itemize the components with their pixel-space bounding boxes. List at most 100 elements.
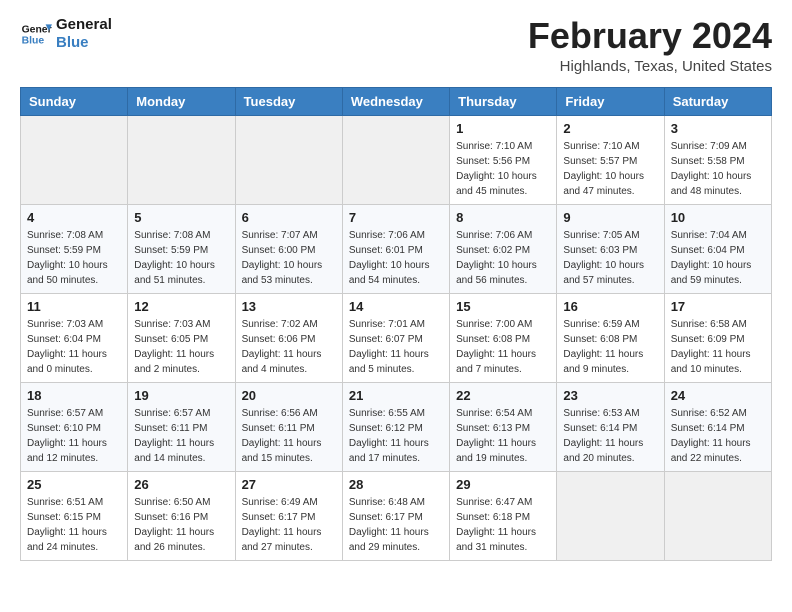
calendar-cell	[557, 471, 664, 560]
day-info: Sunrise: 6:54 AM Sunset: 6:13 PM Dayligh…	[456, 406, 550, 466]
day-info: Sunrise: 7:10 AM Sunset: 5:57 PM Dayligh…	[563, 139, 657, 199]
day-number: 19	[134, 388, 228, 403]
day-number: 13	[242, 299, 336, 314]
day-info: Sunrise: 6:51 AM Sunset: 6:15 PM Dayligh…	[27, 495, 121, 555]
day-number: 7	[349, 210, 443, 225]
calendar-cell: 14 Sunrise: 7:01 AM Sunset: 6:07 PM Dayli…	[342, 293, 449, 382]
calendar-cell: 13 Sunrise: 7:02 AM Sunset: 6:06 PM Dayli…	[235, 293, 342, 382]
day-number: 18	[27, 388, 121, 403]
day-number: 8	[456, 210, 550, 225]
logo-icon: General Blue	[20, 18, 52, 50]
calendar-cell: 16 Sunrise: 6:59 AM Sunset: 6:08 PM Dayli…	[557, 293, 664, 382]
day-number: 10	[671, 210, 765, 225]
day-number: 14	[349, 299, 443, 314]
calendar-cell	[664, 471, 771, 560]
day-number: 25	[27, 477, 121, 492]
week-row-3: 11 Sunrise: 7:03 AM Sunset: 6:04 PM Dayli…	[21, 293, 772, 382]
weekday-header-row: SundayMondayTuesdayWednesdayThursdayFrid…	[21, 87, 772, 115]
day-number: 22	[456, 388, 550, 403]
svg-text:Blue: Blue	[22, 36, 45, 47]
day-info: Sunrise: 7:09 AM Sunset: 5:58 PM Dayligh…	[671, 139, 765, 199]
day-info: Sunrise: 7:05 AM Sunset: 6:03 PM Dayligh…	[563, 228, 657, 288]
day-info: Sunrise: 6:57 AM Sunset: 6:10 PM Dayligh…	[27, 406, 121, 466]
day-number: 1	[456, 121, 550, 136]
weekday-header-saturday: Saturday	[664, 87, 771, 115]
day-number: 4	[27, 210, 121, 225]
week-row-4: 18 Sunrise: 6:57 AM Sunset: 6:10 PM Dayli…	[21, 382, 772, 471]
week-row-2: 4 Sunrise: 7:08 AM Sunset: 5:59 PM Daylig…	[21, 204, 772, 293]
day-info: Sunrise: 6:53 AM Sunset: 6:14 PM Dayligh…	[563, 406, 657, 466]
day-info: Sunrise: 7:02 AM Sunset: 6:06 PM Dayligh…	[242, 317, 336, 377]
logo-text-line2: Blue	[56, 34, 112, 52]
day-number: 2	[563, 121, 657, 136]
title-section: February 2024 Highlands, Texas, United S…	[528, 16, 772, 75]
day-number: 12	[134, 299, 228, 314]
calendar-cell: 15Sunrise: 7:00 AM Sunset: 6:08 PM Dayli…	[450, 293, 557, 382]
logo-text-line1: General	[56, 16, 112, 34]
calendar-cell: 18 Sunrise: 6:57 AM Sunset: 6:10 PM Dayli…	[21, 382, 128, 471]
day-number: 23	[563, 388, 657, 403]
weekday-header-tuesday: Tuesday	[235, 87, 342, 115]
day-info: Sunrise: 7:08 AM Sunset: 5:59 PM Dayligh…	[27, 228, 121, 288]
calendar-cell: 3 Sunrise: 7:09 AM Sunset: 5:58 PM Daylig…	[664, 115, 771, 204]
weekday-header-sunday: Sunday	[21, 87, 128, 115]
logo: General Blue General Blue	[20, 16, 112, 52]
day-info: Sunrise: 6:48 AM Sunset: 6:17 PM Dayligh…	[349, 495, 443, 555]
day-number: 3	[671, 121, 765, 136]
weekday-header-thursday: Thursday	[450, 87, 557, 115]
calendar-cell	[342, 115, 449, 204]
day-info: Sunrise: 6:55 AM Sunset: 6:12 PM Dayligh…	[349, 406, 443, 466]
calendar-cell: 20 Sunrise: 6:56 AM Sunset: 6:11 PM Dayli…	[235, 382, 342, 471]
calendar-cell: 9 Sunrise: 7:05 AM Sunset: 6:03 PM Daylig…	[557, 204, 664, 293]
calendar-cell: 22 Sunrise: 6:54 AM Sunset: 6:13 PM Dayli…	[450, 382, 557, 471]
calendar-cell: 25 Sunrise: 6:51 AM Sunset: 6:15 PM Dayli…	[21, 471, 128, 560]
day-info: Sunrise: 7:06 AM Sunset: 6:01 PM Dayligh…	[349, 228, 443, 288]
weekday-header-friday: Friday	[557, 87, 664, 115]
calendar-cell	[235, 115, 342, 204]
day-info: Sunrise: 7:03 AM Sunset: 6:04 PM Dayligh…	[27, 317, 121, 377]
day-info: Sunrise: 6:50 AM Sunset: 6:16 PM Dayligh…	[134, 495, 228, 555]
day-number: 24	[671, 388, 765, 403]
calendar-cell: 21Sunrise: 6:55 AM Sunset: 6:12 PM Dayli…	[342, 382, 449, 471]
day-number: 29	[456, 477, 550, 492]
calendar-table: SundayMondayTuesdayWednesdayThursdayFrid…	[20, 87, 772, 561]
day-info: Sunrise: 6:47 AM Sunset: 6:18 PM Dayligh…	[456, 495, 550, 555]
calendar-cell	[21, 115, 128, 204]
day-info: Sunrise: 7:01 AM Sunset: 6:07 PM Dayligh…	[349, 317, 443, 377]
calendar-cell: 19 Sunrise: 6:57 AM Sunset: 6:11 PM Dayli…	[128, 382, 235, 471]
day-info: Sunrise: 7:04 AM Sunset: 6:04 PM Dayligh…	[671, 228, 765, 288]
weekday-header-monday: Monday	[128, 87, 235, 115]
day-info: Sunrise: 6:56 AM Sunset: 6:11 PM Dayligh…	[242, 406, 336, 466]
day-number: 15	[456, 299, 550, 314]
day-number: 9	[563, 210, 657, 225]
weekday-header-wednesday: Wednesday	[342, 87, 449, 115]
calendar-cell: 26 Sunrise: 6:50 AM Sunset: 6:16 PM Dayli…	[128, 471, 235, 560]
day-info: Sunrise: 7:10 AM Sunset: 5:56 PM Dayligh…	[456, 139, 550, 199]
month-title: February 2024	[528, 16, 772, 56]
week-row-1: 1 Sunrise: 7:10 AM Sunset: 5:56 PM Daylig…	[21, 115, 772, 204]
day-info: Sunrise: 6:49 AM Sunset: 6:17 PM Dayligh…	[242, 495, 336, 555]
day-number: 11	[27, 299, 121, 314]
day-info: Sunrise: 6:59 AM Sunset: 6:08 PM Dayligh…	[563, 317, 657, 377]
day-number: 5	[134, 210, 228, 225]
calendar-cell: 27Sunrise: 6:49 AM Sunset: 6:17 PM Dayli…	[235, 471, 342, 560]
day-info: Sunrise: 6:57 AM Sunset: 6:11 PM Dayligh…	[134, 406, 228, 466]
calendar-cell: 5 Sunrise: 7:08 AM Sunset: 5:59 PM Daylig…	[128, 204, 235, 293]
calendar-cell: 11 Sunrise: 7:03 AM Sunset: 6:04 PM Dayli…	[21, 293, 128, 382]
calendar-cell: 2 Sunrise: 7:10 AM Sunset: 5:57 PM Daylig…	[557, 115, 664, 204]
day-info: Sunrise: 6:52 AM Sunset: 6:14 PM Dayligh…	[671, 406, 765, 466]
calendar-cell: 17 Sunrise: 6:58 AM Sunset: 6:09 PM Dayli…	[664, 293, 771, 382]
day-number: 20	[242, 388, 336, 403]
calendar-cell: 24 Sunrise: 6:52 AM Sunset: 6:14 PM Dayli…	[664, 382, 771, 471]
day-number: 17	[671, 299, 765, 314]
day-info: Sunrise: 6:58 AM Sunset: 6:09 PM Dayligh…	[671, 317, 765, 377]
week-row-5: 25 Sunrise: 6:51 AM Sunset: 6:15 PM Dayli…	[21, 471, 772, 560]
page-header: General Blue General Blue February 2024 …	[20, 16, 772, 75]
calendar-cell: 7 Sunrise: 7:06 AM Sunset: 6:01 PM Daylig…	[342, 204, 449, 293]
calendar-cell: 6Sunrise: 7:07 AM Sunset: 6:00 PM Daylig…	[235, 204, 342, 293]
day-info: Sunrise: 7:07 AM Sunset: 6:00 PM Dayligh…	[242, 228, 336, 288]
day-number: 26	[134, 477, 228, 492]
day-info: Sunrise: 7:08 AM Sunset: 5:59 PM Dayligh…	[134, 228, 228, 288]
calendar-cell: 8Sunrise: 7:06 AM Sunset: 6:02 PM Daylig…	[450, 204, 557, 293]
day-number: 16	[563, 299, 657, 314]
